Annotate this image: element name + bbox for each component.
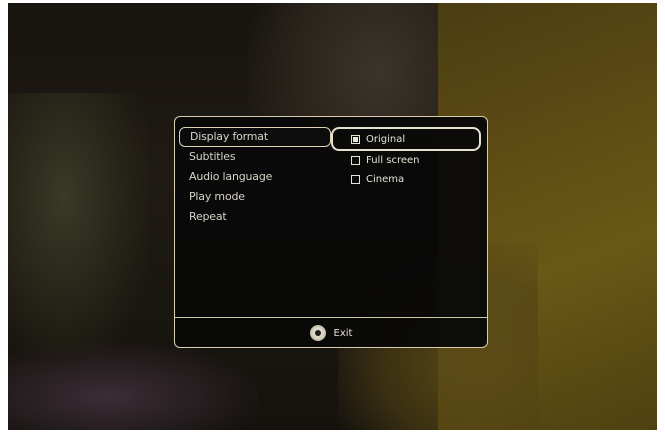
checkbox-checked-mark (353, 136, 358, 142)
option-full-screen[interactable]: Full screen (331, 151, 481, 170)
menu-item-label: Audio language (189, 170, 273, 183)
exit-button[interactable]: Exit (175, 318, 487, 348)
option-label: Cinema (366, 174, 405, 185)
display-format-options: Original Full screen Cinema (331, 127, 481, 189)
menu-item-display-format[interactable]: Display format (179, 127, 331, 147)
option-label: Full screen (366, 155, 420, 166)
settings-menu-list: Display format Subtitles Audio language … (179, 127, 331, 227)
menu-item-repeat[interactable]: Repeat (179, 207, 331, 227)
menu-item-play-mode[interactable]: Play mode (179, 187, 331, 207)
background-lamp (8, 93, 148, 353)
exit-label: Exit (333, 327, 353, 339)
gear-icon (309, 325, 326, 341)
settings-menu-panel: Display format Subtitles Audio language … (174, 116, 488, 348)
option-label: Original (366, 133, 406, 145)
menu-item-subtitles[interactable]: Subtitles (179, 147, 331, 167)
option-checkbox[interactable] (351, 156, 360, 165)
menu-item-label: Play mode (189, 190, 245, 203)
option-cinema[interactable]: Cinema (331, 170, 481, 189)
option-checkbox[interactable] (351, 175, 360, 184)
option-checkbox[interactable] (351, 134, 360, 144)
option-original[interactable]: Original (331, 127, 481, 151)
menu-item-label: Subtitles (189, 150, 236, 163)
menu-item-label: Repeat (189, 210, 227, 223)
menu-item-audio-language[interactable]: Audio language (179, 167, 331, 187)
background-floor (8, 343, 258, 430)
menu-item-label: Display format (190, 130, 268, 143)
